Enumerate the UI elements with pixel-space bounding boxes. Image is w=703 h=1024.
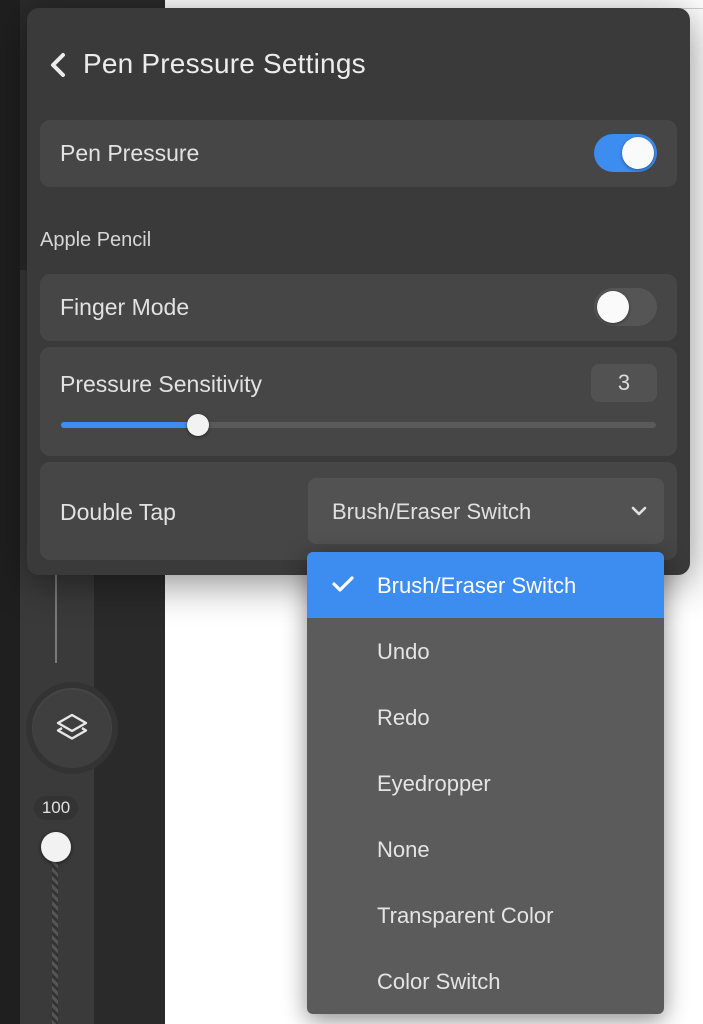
pen-pressure-toggle[interactable] [594,134,657,172]
finger-mode-row: Finger Mode [40,274,677,341]
slider-knob[interactable] [186,414,209,436]
layers-icon [56,713,88,740]
chevron-down-icon [631,506,647,516]
screen-edge [0,0,20,1024]
menu-item-label: Redo [377,705,430,730]
opacity-slider-track[interactable] [52,848,58,1024]
panel-title: Pen Pressure Settings [83,48,366,79]
toggle-knob [622,137,654,169]
pen-pressure-settings-panel: Pen Pressure Settings Pen Pressure Apple… [27,8,690,575]
menu-item-label: Transparent Color [377,903,554,928]
double-tap-selected-value: Brush/Eraser Switch [332,499,532,524]
menu-item-eyedropper[interactable]: Eyedropper [307,750,664,816]
pen-pressure-row: Pen Pressure [40,120,677,187]
chevron-left-icon[interactable] [47,50,69,80]
menu-item-none[interactable]: None [307,816,664,882]
menu-item-label: Brush/Eraser Switch [377,573,577,598]
menu-item-label: Color Switch [377,969,501,994]
slider-fill [61,422,198,428]
menu-item-undo[interactable]: Undo [307,618,664,684]
finger-mode-toggle[interactable] [594,288,657,326]
menu-item-transparent-color[interactable]: Transparent Color [307,882,664,948]
menu-item-brush-eraser-switch[interactable]: Brush/Eraser Switch [307,552,664,618]
menu-item-redo[interactable]: Redo [307,684,664,750]
menu-item-color-switch[interactable]: Color Switch [307,948,664,1014]
panel-header: Pen Pressure Settings [27,8,690,120]
checkmark-icon [332,576,354,592]
menu-item-label: None [377,837,430,862]
pen-pressure-label: Pen Pressure [60,140,200,166]
section-label: Apple Pencil [40,229,152,251]
opacity-slider-knob[interactable] [41,832,71,862]
finger-mode-label: Finger Mode [60,294,190,320]
opacity-value: 100 [34,796,78,820]
pressure-sensitivity-slider[interactable] [61,414,656,436]
double-tap-label: Double Tap [60,499,176,525]
menu-item-label: Eyedropper [377,771,491,796]
pressure-sensitivity-row: Pressure Sensitivity 3 [40,347,677,456]
menu-item-label: Undo [377,639,430,664]
layers-button[interactable] [32,688,112,768]
brush-size-slider[interactable] [55,575,57,663]
double-tap-select[interactable]: Brush/Eraser Switch [308,478,664,544]
double-tap-dropdown: Brush/Eraser Switch Undo Redo Eyedropper… [307,552,664,1014]
pressure-sensitivity-label: Pressure Sensitivity [60,371,262,397]
toggle-knob [597,291,629,323]
double-tap-row: Double Tap Brush/Eraser Switch [40,462,677,560]
pressure-sensitivity-value[interactable]: 3 [591,364,657,402]
